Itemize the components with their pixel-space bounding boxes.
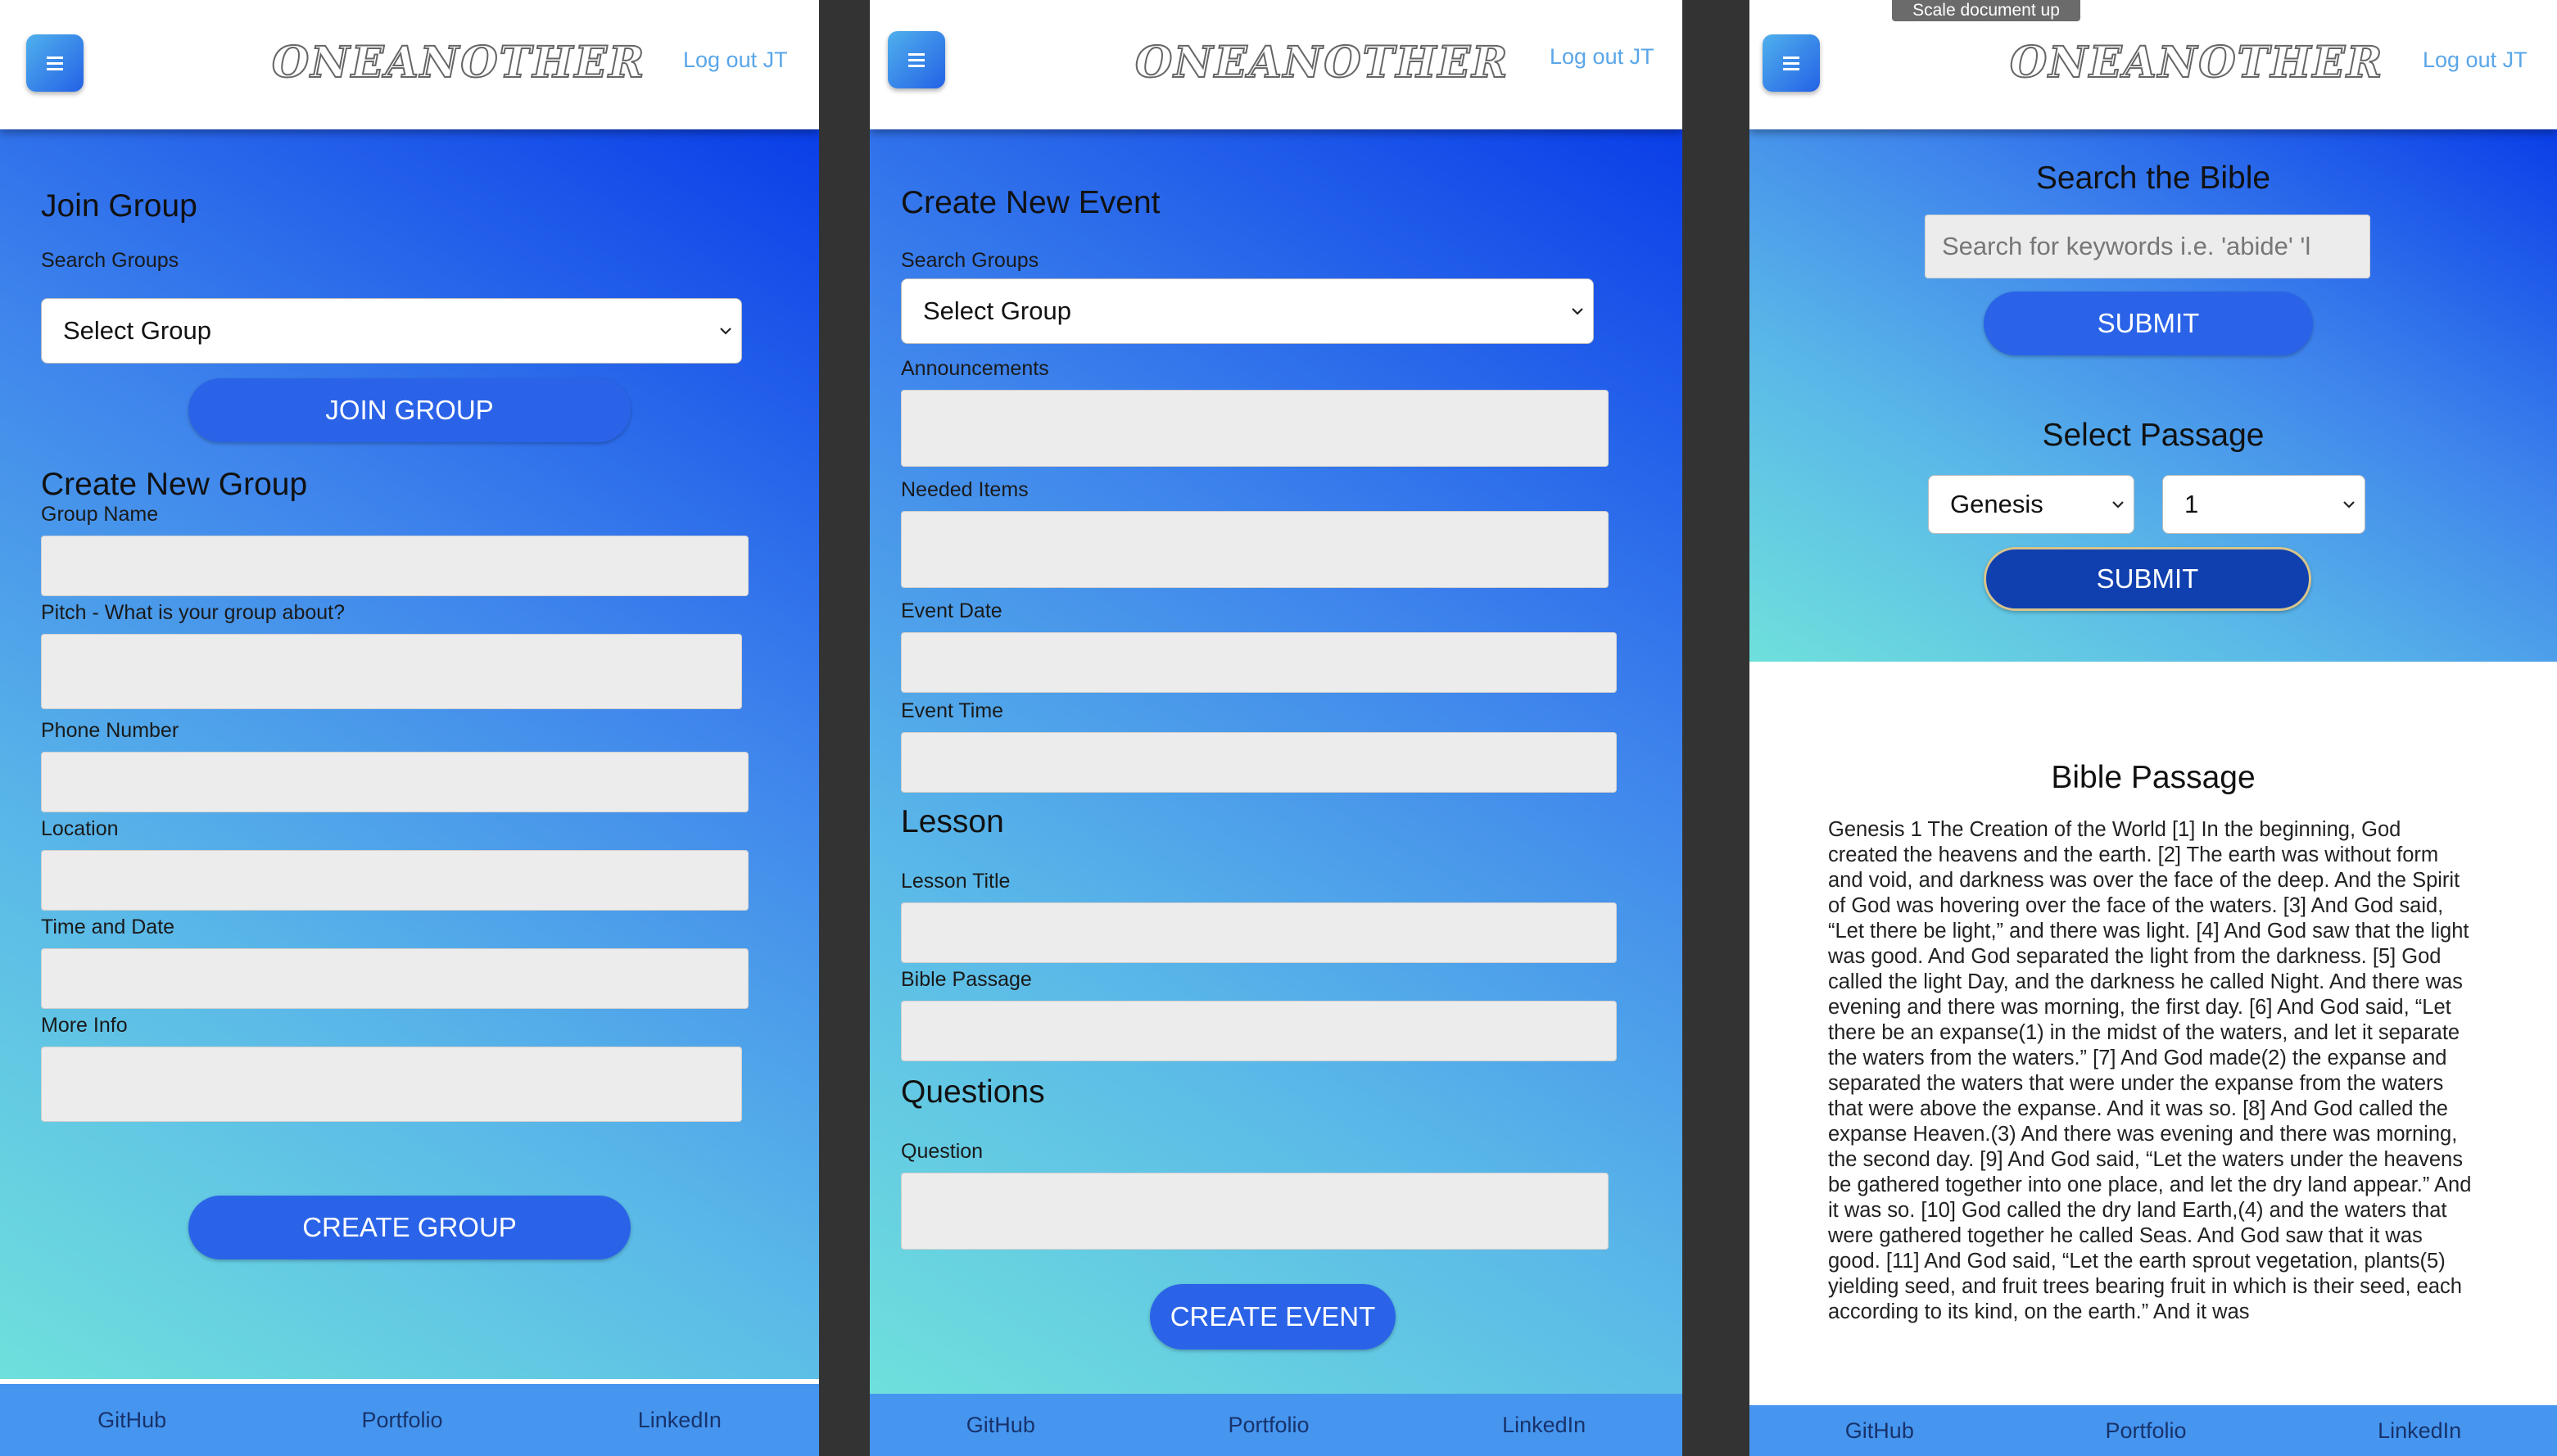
search-groups-label: Search Groups <box>901 249 1039 272</box>
needed-items-textarea[interactable] <box>901 511 1609 588</box>
github-link[interactable]: GitHub <box>97 1408 166 1433</box>
group-select[interactable]: Select Group <box>41 298 742 364</box>
bible-search-input[interactable]: Search for keywords i.e. 'abide' 'l <box>1925 215 2370 278</box>
logout-link[interactable]: Log out JT <box>1550 44 1654 70</box>
bible-search-placeholder: Search for keywords i.e. 'abide' 'l <box>1942 232 2311 260</box>
announcements-textarea[interactable] <box>901 390 1609 467</box>
bible-panel: ONEANOTHER Log out JT Search the Bible S… <box>1749 0 2557 1456</box>
portfolio-link[interactable]: Portfolio <box>361 1408 442 1433</box>
bible-passage-label: Bible Passage <box>901 968 1032 991</box>
bible-passage-title: Bible Passage <box>2051 760 2256 795</box>
app-logo: ONEANOTHER <box>1134 37 1509 88</box>
create-event-panel: ONEANOTHER Log out JT Create New Event S… <box>870 0 1682 1456</box>
bible-search-section: Search the Bible Search for keywords i.e… <box>1749 129 2557 662</box>
bible-passage-input[interactable] <box>901 1001 1617 1061</box>
group-name-input[interactable] <box>41 536 749 596</box>
linkedin-link[interactable]: LinkedIn <box>2378 1418 2461 1444</box>
more-info-label: More Info <box>41 1014 128 1037</box>
create-group-title: Create New Group <box>41 467 308 502</box>
create-group-button[interactable]: CREATE GROUP <box>188 1196 631 1259</box>
lesson-heading: Lesson <box>901 804 1004 839</box>
more-info-textarea[interactable] <box>41 1047 742 1122</box>
group-select-value: Select Group <box>923 296 1071 325</box>
portfolio-link[interactable]: Portfolio <box>1228 1413 1309 1438</box>
logout-link[interactable]: Log out JT <box>683 47 788 73</box>
pitch-label: Pitch - What is your group about? <box>41 601 346 624</box>
create-event-title: Create New Event <box>901 185 1161 220</box>
join-group-button[interactable]: JOIN GROUP <box>188 378 631 442</box>
scale-tooltip: Scale document up <box>1892 0 2080 21</box>
event-time-input[interactable] <box>901 732 1617 793</box>
linkedin-link[interactable]: LinkedIn <box>638 1408 722 1433</box>
pitch-textarea[interactable] <box>41 634 742 709</box>
lesson-title-input[interactable] <box>901 902 1617 963</box>
book-select-value: Genesis <box>1950 490 2043 518</box>
menu-icon <box>1783 57 1799 70</box>
location-input[interactable] <box>41 850 749 911</box>
hamburger-menu-button[interactable] <box>26 34 84 92</box>
group-name-label: Group Name <box>41 503 159 526</box>
passage-submit-button[interactable]: SUBMIT <box>1984 547 2311 611</box>
footer: GitHub Portfolio LinkedIn <box>870 1394 1682 1456</box>
join-group-panel: ONEANOTHER Log out JT Join Group Search … <box>0 0 819 1456</box>
announcements-label: Announcements <box>901 357 1049 380</box>
linkedin-link[interactable]: LinkedIn <box>1502 1413 1586 1438</box>
select-passage-title: Select Passage <box>2042 418 2265 453</box>
main-content: Create New Event Search Groups Select Gr… <box>870 129 1682 1395</box>
top-navbar: ONEANOTHER Log out JT <box>1749 0 2557 129</box>
menu-icon <box>47 57 63 70</box>
question-label: Question <box>901 1140 984 1163</box>
time-date-label: Time and Date <box>41 916 175 938</box>
main-content: Join Group Search Groups Select Group JO… <box>0 129 819 1382</box>
top-navbar: ONEANOTHER Log out JT <box>0 0 819 129</box>
search-bible-title: Search the Bible <box>2035 161 2271 196</box>
book-select[interactable]: Genesis <box>1928 475 2134 534</box>
chevron-down-icon <box>1572 308 1583 315</box>
lesson-title-label: Lesson Title <box>901 870 1011 893</box>
phone-input[interactable] <box>41 752 749 812</box>
question-textarea[interactable] <box>901 1173 1609 1250</box>
top-navbar: ONEANOTHER Log out JT <box>870 0 1682 129</box>
group-select[interactable]: Select Group <box>901 278 1594 344</box>
github-link[interactable]: GitHub <box>966 1413 1035 1438</box>
github-link[interactable]: GitHub <box>1845 1418 1914 1444</box>
chevron-down-icon <box>720 328 731 335</box>
join-group-title: Join Group <box>41 188 197 224</box>
time-date-input[interactable] <box>41 948 749 1009</box>
phone-label: Phone Number <box>41 719 179 742</box>
event-date-input[interactable] <box>901 632 1617 693</box>
chapter-select[interactable]: 1 <box>2162 475 2365 534</box>
menu-icon <box>908 53 925 67</box>
chevron-down-icon <box>2343 501 2355 509</box>
hamburger-menu-button[interactable] <box>888 31 945 88</box>
portfolio-link[interactable]: Portfolio <box>2105 1418 2186 1444</box>
event-time-label: Event Time <box>901 699 1004 722</box>
hamburger-menu-button[interactable] <box>1763 34 1820 92</box>
search-submit-button[interactable]: SUBMIT <box>1984 292 2313 355</box>
chapter-select-value: 1 <box>2184 490 2199 518</box>
group-select-value: Select Group <box>63 316 211 345</box>
chevron-down-icon <box>2112 501 2124 509</box>
app-logo: ONEANOTHER <box>271 37 646 88</box>
needed-items-label: Needed Items <box>901 478 1029 501</box>
footer: GitHub Portfolio LinkedIn <box>1749 1405 2557 1456</box>
location-label: Location <box>41 817 119 840</box>
bible-passage-text: Genesis 1 The Creation of the World [1] … <box>1828 818 2472 1323</box>
logout-link[interactable]: Log out JT <box>2423 47 2528 73</box>
event-date-label: Event Date <box>901 599 1002 622</box>
search-groups-label: Search Groups <box>41 249 179 272</box>
app-logo: ONEANOTHER <box>2009 37 2384 88</box>
questions-heading: Questions <box>901 1074 1045 1110</box>
create-event-button[interactable]: CREATE EVENT <box>1150 1284 1396 1350</box>
footer: GitHub Portfolio LinkedIn <box>0 1379 819 1456</box>
